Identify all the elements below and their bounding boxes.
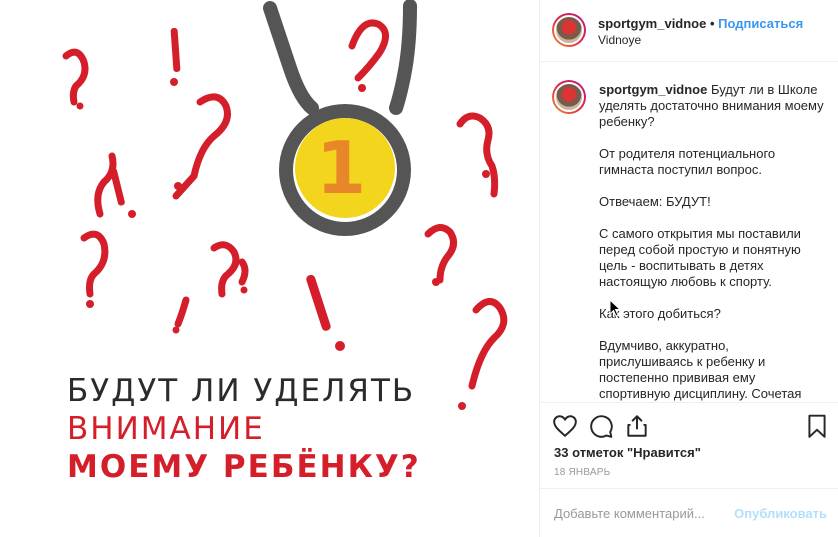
medal-number: 1 bbox=[316, 126, 367, 210]
publish-button[interactable]: Опубликовать bbox=[734, 506, 827, 521]
bookmark-icon[interactable] bbox=[804, 413, 830, 439]
share-icon[interactable] bbox=[624, 413, 650, 439]
post-sidebar: sportgym_vidnoe • Подписаться Vidnoye sp… bbox=[539, 0, 838, 537]
caption-paragraph: От родителя потенциального гимнаста пост… bbox=[599, 146, 776, 177]
avatar[interactable] bbox=[552, 13, 586, 47]
post-image[interactable]: 1 БУДУТ ЛИ УДЕЛЯТЬ ВНИМАНИЕ МОЕМУ РЕБЁНК… bbox=[0, 0, 539, 537]
heart-icon[interactable] bbox=[552, 413, 578, 439]
add-comment-bar: Опубликовать bbox=[540, 489, 838, 537]
image-caption-line-1: БУДУТ ЛИ УДЕЛЯТЬ bbox=[67, 373, 416, 409]
mouse-cursor-icon bbox=[609, 299, 621, 317]
header-user: sportgym_vidnoe • Подписаться bbox=[598, 16, 803, 31]
likes-count[interactable]: 33 отметок "Нравится" bbox=[554, 445, 701, 460]
post-date[interactable]: 18 ЯНВАРЬ bbox=[554, 467, 610, 478]
post-header: sportgym_vidnoe • Подписаться Vidnoye bbox=[540, 0, 838, 62]
header-separator: • bbox=[709, 16, 715, 31]
caption-avatar[interactable] bbox=[552, 80, 586, 114]
follow-button[interactable]: Подписаться bbox=[718, 16, 803, 31]
comment-icon[interactable] bbox=[588, 413, 614, 439]
caption-paragraph: Как этого добиться? bbox=[599, 306, 721, 321]
caption-paragraph: Вдумчиво, аккуратно, прислушиваясь к реб… bbox=[599, 338, 802, 401]
image-caption-line-2: ВНИМАНИЕ bbox=[67, 411, 265, 447]
caption-paragraph: С самого открытия мы поставили перед соб… bbox=[599, 226, 801, 289]
post-actions: 33 отметок "Нравится" 18 ЯНВАРЬ bbox=[540, 403, 838, 489]
caption-username-link[interactable]: sportgym_vidnoe bbox=[599, 82, 707, 97]
header-username-link[interactable]: sportgym_vidnoe bbox=[598, 16, 706, 31]
comment-input[interactable] bbox=[554, 503, 724, 523]
location-link[interactable]: Vidnoye bbox=[598, 33, 641, 47]
image-caption: БУДУТ ЛИ УДЕЛЯТЬ ВНИМАНИЕ МОЕМУ РЕБЁНКУ? bbox=[67, 372, 421, 486]
caption-text: sportgym_vidnoe Будут ли в Школе уделять… bbox=[599, 82, 824, 402]
image-caption-line-3: МОЕМУ РЕБЁНКУ? bbox=[67, 449, 421, 485]
caption-paragraph: Отвечаем: БУДУТ! bbox=[599, 194, 711, 209]
comments-area[interactable]: sportgym_vidnoe Будут ли в Школе уделять… bbox=[540, 62, 838, 403]
